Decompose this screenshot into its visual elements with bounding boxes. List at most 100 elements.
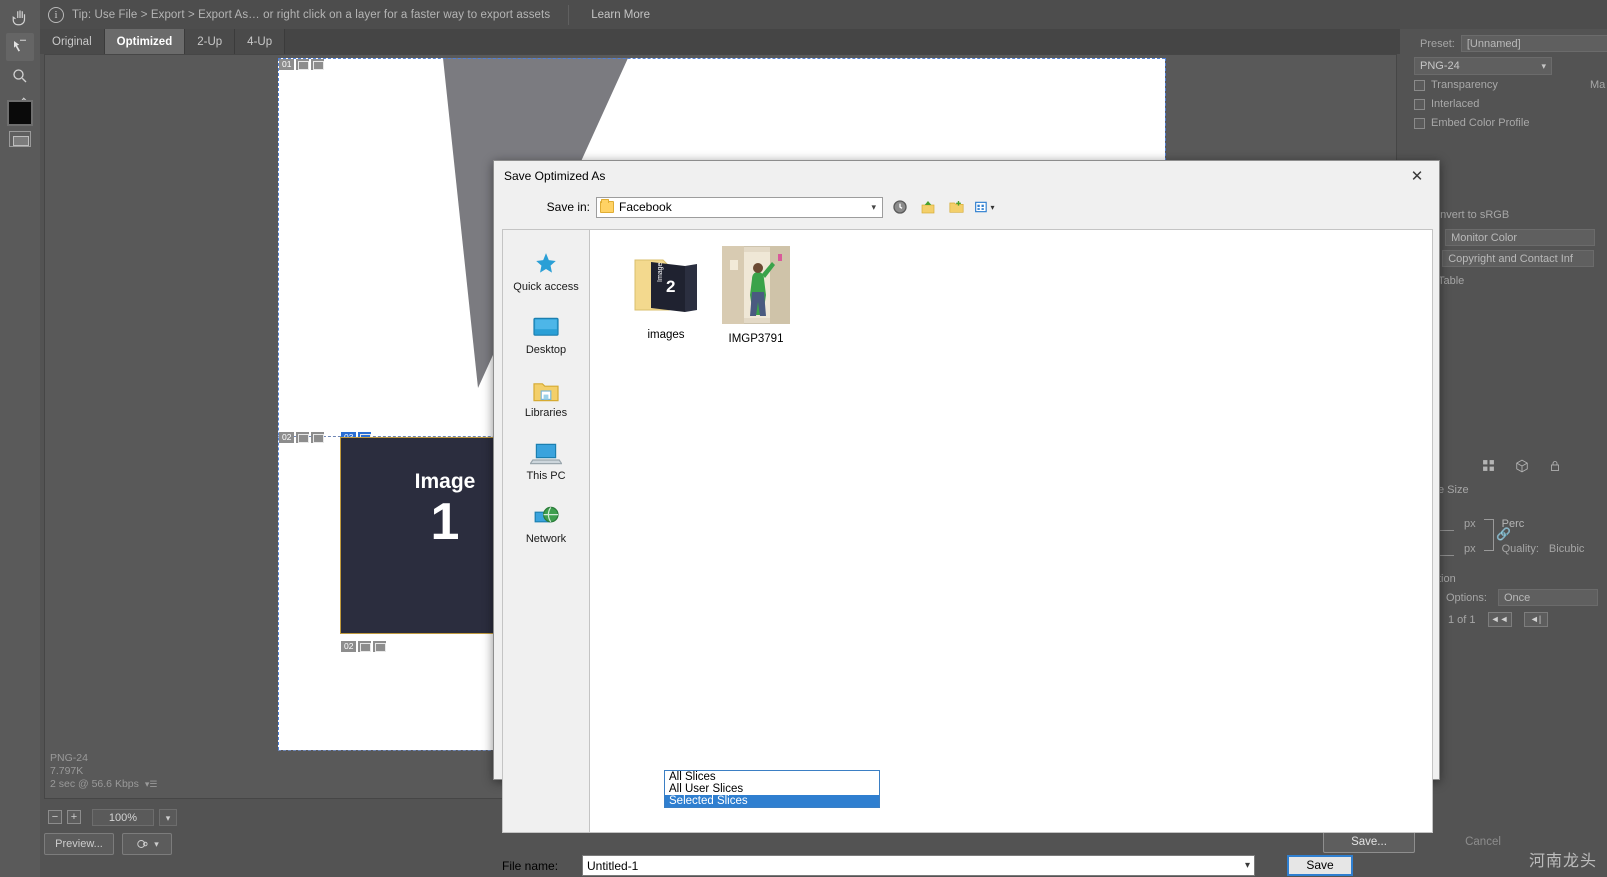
tools-column: [0, 0, 40, 877]
foreground-color-swatch[interactable]: [7, 100, 33, 126]
preview-button[interactable]: Preview...: [44, 833, 114, 855]
slice-guide-left: [278, 58, 279, 750]
tab-original[interactable]: Original: [40, 29, 105, 54]
chevron-down-icon[interactable]: ▾: [159, 808, 177, 826]
convert-srgb-label[interactable]: onvert to sRGB: [1434, 209, 1509, 221]
place-desktop[interactable]: Desktop: [503, 303, 589, 356]
constrain-proportions-bracket: [1484, 519, 1494, 551]
list-item-image[interactable]: IMGP3791: [702, 245, 810, 345]
color-palette-icon[interactable]: [1482, 459, 1495, 476]
photoshop-save-for-web-window: i Tip: Use File > Export > Export As… or…: [0, 0, 1607, 877]
save-in-combobox[interactable]: Facebook ▾: [596, 196, 883, 218]
optimize-format: PNG-24: [50, 752, 88, 764]
dropdown-option-all-slices[interactable]: All Slices: [665, 771, 879, 783]
transparency-label: Transparency: [1431, 79, 1498, 91]
slice-link-icon: [311, 432, 325, 443]
optimize-menu-icon[interactable]: ▾☰: [145, 778, 158, 791]
browser-preview-button[interactable]: ▾: [122, 833, 172, 855]
dialog-body: Quick access Desktop Libraries This PC N…: [502, 229, 1433, 833]
file-name-input[interactable]: Untitled-1 ▾: [582, 855, 1255, 876]
save-in-value: Facebook: [619, 200, 672, 214]
embed-color-profile-label: Embed Color Profile: [1431, 117, 1530, 129]
looping-options-label: Options:: [1446, 591, 1487, 604]
file-name-value: Untitled-1: [587, 858, 639, 873]
place-label: Desktop: [525, 344, 567, 356]
interlaced-checkbox[interactable]: Interlaced: [1414, 98, 1479, 110]
slice-badge-02[interactable]: 02: [279, 432, 325, 443]
tab-2up[interactable]: 2-Up: [185, 29, 236, 54]
matte-label: Ma: [1590, 79, 1606, 91]
place-network[interactable]: Network: [503, 492, 589, 545]
folder-icon: [600, 199, 614, 213]
save-optimized-as-dialog: Save Optimized As ✕ Save in: Facebook ▾ …: [493, 160, 1440, 876]
interlaced-label: Interlaced: [1431, 98, 1480, 110]
up-one-level-icon[interactable]: [917, 196, 939, 218]
view-tabs: Original Optimized 2-Up 4-Up: [40, 29, 1607, 54]
place-label: This PC: [526, 470, 566, 482]
color-table-legend: Table: [1438, 275, 1465, 287]
transparency-checkbox[interactable]: Transparency: [1414, 79, 1498, 91]
lock-icon[interactable]: [1549, 459, 1561, 476]
tab-4up[interactable]: 4-Up: [235, 29, 286, 54]
previous-frame-button[interactable]: ◄|: [1523, 612, 1548, 627]
learn-more-link[interactable]: Learn More: [568, 4, 670, 25]
frame-counter: 1 of 1: [1448, 613, 1476, 626]
recent-places-icon[interactable]: [889, 196, 911, 218]
slice-link-icon: [311, 59, 325, 70]
metadata-value[interactable]: Copyright and Contact Inf: [1442, 250, 1595, 267]
slice-link-icon: [373, 641, 387, 652]
dropdown-option-all-user-slices[interactable]: All User Slices: [665, 783, 879, 795]
first-frame-button[interactable]: ◄◄: [1487, 612, 1512, 627]
hand-tool[interactable]: [6, 4, 34, 32]
save-in-label: Save in:: [546, 200, 590, 214]
zoom-in-button[interactable]: +: [67, 810, 81, 824]
close-icon[interactable]: ✕: [1397, 162, 1437, 189]
new-folder-icon[interactable]: [945, 196, 967, 218]
zoom-level-field[interactable]: 100%: [92, 808, 154, 826]
dialog-title-bar: Save Optimized As ✕: [494, 161, 1439, 190]
slice-select-tool[interactable]: [6, 33, 34, 61]
preset-label: Preset:: [1420, 37, 1455, 50]
embed-color-profile-checkbox[interactable]: Embed Color Profile: [1414, 117, 1529, 129]
quality-label: Quality:: [1501, 543, 1539, 555]
slices-dropdown-list[interactable]: All Slices All User Slices Selected Slic…: [664, 770, 880, 808]
animation-legend: tion: [1438, 573, 1456, 585]
chevron-down-icon: ▾: [871, 201, 876, 212]
looping-options-value[interactable]: Once: [1497, 589, 1598, 606]
slice-badge-01[interactable]: 01: [279, 59, 325, 70]
slice-image-icon: [296, 59, 310, 70]
preview-value[interactable]: Monitor Color: [1445, 229, 1596, 246]
image-size-legend: e Size: [1438, 484, 1469, 496]
dialog-title: Save Optimized As: [504, 168, 606, 183]
dialog-form: File name: Untitled-1 ▾ Save Format: Ima…: [494, 845, 1441, 877]
zoom-out-button[interactable]: −: [48, 810, 62, 824]
slice-image-icon: [358, 641, 372, 652]
dialog-save-button[interactable]: Save: [1287, 855, 1353, 876]
optimize-size: 7.797K: [50, 765, 84, 777]
quality-value[interactable]: Bicubic: [1549, 543, 1584, 555]
chevron-down-icon: ▾: [1541, 61, 1546, 71]
zoom-tool[interactable]: [6, 62, 34, 90]
dropdown-option-selected-slices[interactable]: Selected Slices: [665, 795, 879, 807]
checkbox-box: [1414, 117, 1425, 129]
tab-optimized[interactable]: Optimized: [104, 29, 186, 54]
web-snap-cube-icon[interactable]: [1515, 459, 1529, 476]
file-list[interactable]: Image 2 images IMGP3791: [589, 229, 1433, 833]
checkbox-box: [1414, 98, 1425, 110]
link-chain-icon[interactable]: 🔗: [1496, 527, 1511, 541]
file-name-label: File name:: [502, 858, 559, 873]
tip-text: Tip: Use File > Export > Export As… or r…: [72, 8, 551, 21]
watermark: 河南龙头: [1528, 853, 1597, 870]
file-format-select[interactable]: PNG-24 ▾: [1414, 57, 1552, 75]
file-format-value: PNG-24: [1420, 60, 1460, 72]
views-icon[interactable]: ▾: [973, 196, 995, 218]
slice-image-icon: [296, 432, 310, 443]
place-libraries[interactable]: Libraries: [503, 366, 589, 419]
preset-value[interactable]: [Unnamed]: [1460, 35, 1607, 52]
cancel-button[interactable]: Cancel: [1442, 836, 1524, 854]
slice-guide-top: [278, 58, 1165, 59]
toggle-slices-visibility-button[interactable]: [9, 131, 31, 147]
place-this-pc[interactable]: This PC: [503, 429, 589, 482]
slice-badge-lower[interactable]: 02: [341, 641, 387, 652]
place-quick-access[interactable]: Quick access: [503, 240, 589, 293]
